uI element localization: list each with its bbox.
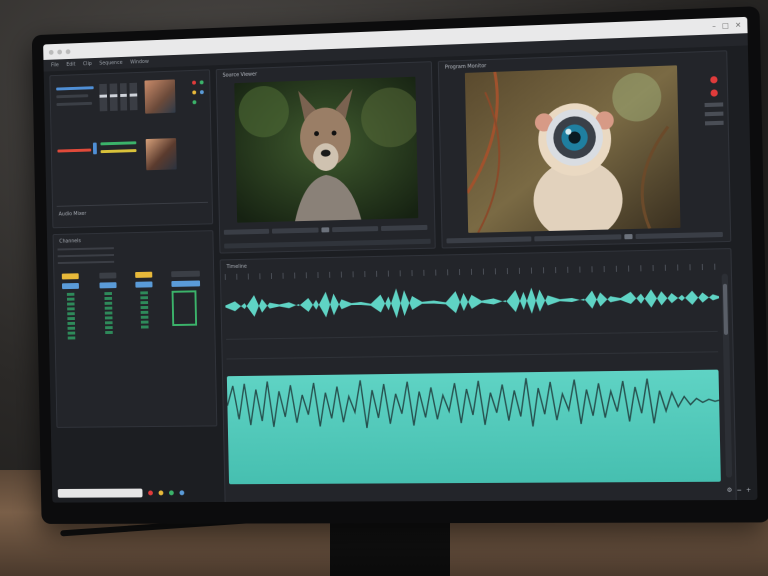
viewer-header: Program Monitor [445, 63, 487, 71]
track-marker [92, 142, 97, 155]
channel-strip[interactable] [61, 273, 80, 340]
gear-icon[interactable]: ⚙ [727, 486, 733, 493]
channel-strip[interactable] [99, 272, 117, 335]
program-monitor-panel: Program Monitor [437, 50, 732, 249]
panel-title: Channels [59, 238, 81, 245]
zoom-in-icon[interactable]: + [746, 486, 751, 493]
editor-screen: – □ ✕ File Edit Clip Sequence Window Aud… [43, 16, 758, 503]
source-video-frame[interactable] [234, 76, 419, 223]
search-input[interactable] [57, 488, 143, 498]
channel-strips-panel: Channels [52, 230, 218, 428]
status-icons: ⚙ − + [727, 486, 751, 493]
menu-item-clip[interactable]: Clip [83, 61, 92, 67]
status-led-icon [192, 90, 197, 95]
control-slider[interactable] [704, 111, 724, 117]
timeline-header: Timeline [226, 263, 262, 270]
menu-item-sequence[interactable]: Sequence [99, 60, 122, 67]
status-dot-icon [168, 489, 174, 495]
track-bar[interactable] [100, 149, 137, 154]
level-bar[interactable] [56, 94, 89, 99]
fader[interactable] [99, 83, 108, 112]
status-dot-icon [179, 489, 185, 495]
menu-item-file[interactable]: File [51, 62, 59, 68]
status-led-icon [199, 90, 204, 95]
transport-button[interactable] [446, 235, 532, 243]
fader[interactable] [129, 82, 138, 111]
timeline-title: Timeline [226, 263, 248, 271]
audio-clip[interactable] [226, 369, 721, 485]
window-dot-icon[interactable] [57, 49, 63, 55]
play-icon[interactable] [320, 226, 329, 232]
property-list [57, 247, 115, 269]
meter-box [171, 290, 198, 327]
transport-button[interactable] [380, 224, 428, 231]
channel-strip[interactable] [135, 271, 153, 329]
level-bar[interactable] [56, 101, 93, 107]
track-divider [226, 330, 718, 340]
audio-clip-waveform [227, 370, 720, 436]
record-led-icon[interactable] [192, 80, 196, 85]
window-dot-icon[interactable] [48, 49, 54, 55]
timeline-scrollbar[interactable] [721, 273, 733, 478]
minimize-icon[interactable]: – [712, 22, 716, 30]
close-icon[interactable]: ✕ [735, 21, 741, 29]
transport-button[interactable] [331, 225, 378, 232]
track-bar[interactable] [100, 141, 137, 146]
menu-item-window[interactable]: Window [130, 59, 149, 66]
program-video-frame[interactable] [464, 65, 681, 233]
control-slider[interactable] [704, 102, 724, 108]
fader[interactable] [119, 83, 128, 111]
media-thumbnail[interactable] [144, 79, 176, 114]
record-icon[interactable] [709, 89, 718, 97]
window-controls: – □ ✕ [712, 21, 741, 30]
zoom-out-icon[interactable]: − [736, 486, 741, 493]
viewer-header: Source Viewer [223, 72, 257, 79]
fader[interactable] [109, 83, 118, 111]
monitor: – □ ✕ File Edit Clip Sequence Window Aud… [31, 6, 768, 524]
audio-track-waveform[interactable] [225, 274, 720, 327]
viewer-title: Program Monitor [444, 63, 487, 71]
source-viewer-panel: Source Viewer [215, 61, 436, 254]
play-icon[interactable] [623, 233, 633, 239]
timeline-panel: Timeline [219, 248, 737, 503]
divider [56, 201, 208, 207]
maximize-icon[interactable]: □ [722, 22, 729, 30]
transport-button[interactable] [272, 227, 319, 234]
audio-mixer-panel: Audio Mixer [49, 69, 214, 229]
status-dot-icon [158, 489, 164, 495]
track-divider [226, 351, 719, 360]
level-bar[interactable] [56, 86, 94, 91]
window-dot-icon[interactable] [65, 48, 71, 54]
viewer-title: Source Viewer [222, 71, 258, 79]
transport-button[interactable] [534, 233, 622, 241]
record-icon[interactable] [709, 76, 718, 84]
panel-title: Audio Mixer [58, 210, 87, 218]
status-led-icon [199, 80, 204, 85]
status-led-icon [192, 100, 197, 105]
transport-button[interactable] [223, 228, 270, 235]
media-thumbnail[interactable] [145, 138, 177, 171]
menu-item-edit[interactable]: Edit [66, 62, 75, 68]
fader-group[interactable] [99, 82, 138, 112]
control-slider[interactable] [704, 120, 724, 126]
program-side-controls [704, 76, 724, 126]
transport-button[interactable] [635, 231, 723, 239]
channel-strip[interactable] [171, 270, 201, 327]
record-icon[interactable] [148, 490, 153, 495]
source-scrub-bar[interactable] [224, 236, 431, 251]
track-bar[interactable] [57, 148, 92, 153]
source-transport [223, 222, 431, 237]
